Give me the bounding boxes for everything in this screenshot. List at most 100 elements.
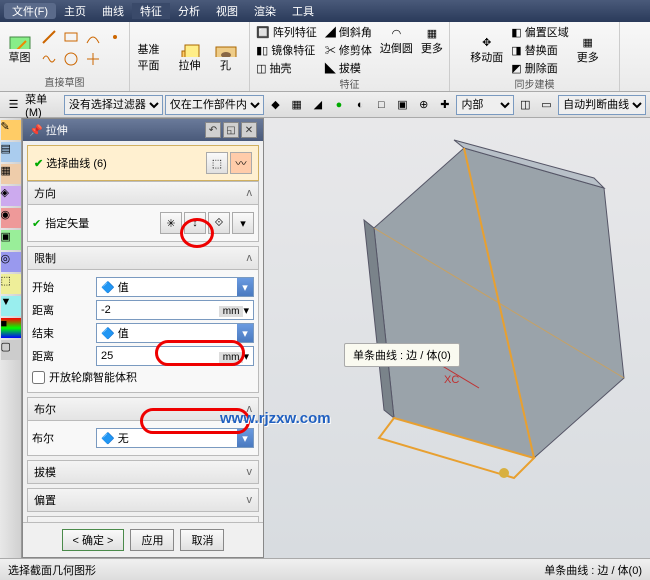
end-label: 结束: [32, 325, 92, 341]
menu-button[interactable]: ☰: [4, 95, 23, 115]
status-bar: 选择截面几何图形 单条曲线 : 边 / 体(0): [0, 558, 650, 580]
tb-icon[interactable]: ▣: [393, 95, 412, 115]
sketch-button[interactable]: 草图: [4, 33, 36, 65]
nav-icon[interactable]: ◉: [1, 208, 21, 228]
chevron-up-icon: ʌ: [247, 187, 253, 199]
point-icon[interactable]: [106, 28, 126, 48]
nav-icon[interactable]: ◈: [1, 186, 21, 206]
replace-face-button[interactable]: ◨ 替换面: [511, 42, 568, 58]
limits-header[interactable]: 限制ʌ: [27, 246, 259, 270]
distance2-label: 距离: [32, 348, 92, 364]
menu-label[interactable]: 菜单(M): [25, 91, 62, 119]
curve-icon[interactable]: 〰: [230, 152, 252, 174]
extrude-button[interactable]: 拉伸: [174, 41, 206, 73]
start-select[interactable]: 🔷 值▾: [96, 277, 254, 297]
distance1-label: 距离: [32, 302, 92, 318]
nav-icon[interactable]: ⬚: [1, 274, 21, 294]
vector-dropdown-icon[interactable]: ▾: [232, 212, 254, 234]
more2-button[interactable]: ▦更多: [577, 36, 599, 65]
vector-auto-icon[interactable]: ✳: [160, 212, 182, 234]
menu-view[interactable]: 视图: [208, 3, 246, 19]
line-icon[interactable]: [40, 28, 60, 48]
nav-icon[interactable]: ▼: [1, 296, 21, 316]
tb-icon[interactable]: □: [372, 95, 391, 115]
tb-icon[interactable]: ◢: [308, 95, 327, 115]
menu-render[interactable]: 渲染: [246, 3, 284, 19]
tb-icon[interactable]: ⊕: [414, 95, 433, 115]
datum-plane-button[interactable]: 基准平面: [138, 41, 170, 73]
filter-select[interactable]: 没有选择过滤器: [64, 95, 163, 115]
menu-curve[interactable]: 曲线: [94, 3, 132, 19]
arc-icon[interactable]: [84, 28, 104, 48]
menu-analysis[interactable]: 分析: [170, 3, 208, 19]
resource-bar: ✎ ▤ ▦ ◈ ◉ ▣ ◎ ⬚ ▼ ■ ▢: [0, 118, 22, 558]
end-select[interactable]: 🔷 值▾: [96, 323, 254, 343]
group-label: 直接草图: [45, 74, 85, 89]
viewport-tooltip: 单条曲线 : 边 / 体(0): [344, 343, 460, 367]
3d-viewport[interactable]: XC 单条曲线 : 边 / 体(0): [264, 118, 650, 558]
edge-blend-button[interactable]: ◠边倒圆: [380, 27, 413, 56]
menu-feature[interactable]: 特征: [132, 3, 170, 19]
move-face-button[interactable]: ✥移动面: [470, 36, 503, 65]
tb-icon[interactable]: ●: [329, 95, 348, 115]
offset-region-button[interactable]: ◧ 偏置区域: [511, 24, 568, 40]
offset-header[interactable]: 偏置v: [27, 488, 259, 512]
menu-home[interactable]: 主页: [56, 3, 94, 19]
ok-button[interactable]: < 确定 >: [62, 529, 125, 551]
vector-reverse-icon[interactable]: ↕: [184, 212, 206, 234]
chevron-down-icon: v: [247, 466, 253, 478]
spline-icon[interactable]: [40, 50, 60, 70]
nav-icon[interactable]: ■: [1, 318, 21, 338]
menu-tools[interactable]: 工具: [284, 3, 322, 19]
open-profile-checkbox[interactable]: [32, 371, 45, 384]
direction-header[interactable]: 方向ʌ: [27, 181, 259, 205]
toolbar-selection: ☰ 菜单(M) 没有选择过滤器 仅在工作部件内 ◆ ▦ ◢ ● ◐ □ ▣ ⊕ …: [0, 92, 650, 118]
tb-icon[interactable]: ◫: [516, 95, 535, 115]
nav-icon[interactable]: ✎: [1, 120, 21, 140]
menu-file[interactable]: 文件(F): [4, 3, 56, 19]
scope-select[interactable]: 仅在工作部件内: [165, 95, 264, 115]
curve-select[interactable]: 自动判断曲线: [558, 95, 646, 115]
rect-icon[interactable]: [62, 28, 82, 48]
trim-button[interactable]: ✂ 修剪体: [325, 42, 372, 58]
draft-header[interactable]: 拔模v: [27, 460, 259, 484]
tb-icon[interactable]: ▭: [537, 95, 556, 115]
distance1-input[interactable]: -2mm▾: [96, 300, 254, 320]
tb-icon[interactable]: ◐: [351, 95, 370, 115]
chamfer-button[interactable]: ◢ 倒斜角: [325, 24, 372, 40]
more-button[interactable]: ▦更多: [421, 27, 443, 56]
vector-dialog-icon[interactable]: ⟐: [208, 212, 230, 234]
pin-icon[interactable]: 📌: [29, 125, 43, 137]
start-label: 开始: [32, 279, 92, 295]
nav-icon[interactable]: ▤: [1, 142, 21, 162]
sketch-section-icon[interactable]: ⬚: [206, 152, 228, 174]
distance2-input[interactable]: 25mm▾: [96, 346, 254, 366]
draft-button[interactable]: ◣ 拔模: [325, 60, 372, 76]
tb-icon[interactable]: ◆: [266, 95, 285, 115]
nav-icon[interactable]: ◎: [1, 252, 21, 272]
nav-icon[interactable]: ▦: [1, 164, 21, 184]
delete-face-button[interactable]: ◩ 删除面: [511, 60, 568, 76]
tb-icon[interactable]: ▦: [287, 95, 306, 115]
close-icon[interactable]: ✕: [241, 122, 257, 138]
select-curve-row[interactable]: ✔ 选择曲线 (6) ⬚ 〰: [27, 145, 259, 181]
main-area: ✎ ▤ ▦ ◈ ◉ ▣ ◎ ⬚ ▼ ■ ▢ 📌 拉伸 ↶ ◱ ✕ ✔ 选择曲线 …: [0, 118, 650, 558]
select-curve-label: 选择曲线 (6): [46, 158, 107, 170]
boolean-select[interactable]: 🔷 无▾: [96, 428, 254, 448]
undo-icon[interactable]: ↶: [205, 122, 221, 138]
pattern-button[interactable]: 🔲 阵列特征: [256, 24, 317, 40]
circle-icon[interactable]: [62, 50, 82, 70]
plus-icon[interactable]: [84, 50, 104, 70]
help-icon[interactable]: ◱: [223, 122, 239, 138]
menubar: 文件(F) 主页 曲线 特征 分析 视图 渲染 工具: [0, 0, 650, 22]
apply-button[interactable]: 应用: [130, 529, 174, 551]
tb-icon[interactable]: ✚: [435, 95, 454, 115]
boolean-label: 布尔: [32, 430, 92, 446]
mirror-button[interactable]: ▮▯ 镜像特征: [256, 42, 317, 58]
shell-button[interactable]: ◫ 抽壳: [256, 60, 317, 76]
hole-button[interactable]: 孔: [210, 41, 242, 73]
inside-select[interactable]: 内部: [456, 95, 513, 115]
nav-icon[interactable]: ▣: [1, 230, 21, 250]
cancel-button[interactable]: 取消: [180, 529, 224, 551]
nav-icon[interactable]: ▢: [1, 340, 21, 360]
